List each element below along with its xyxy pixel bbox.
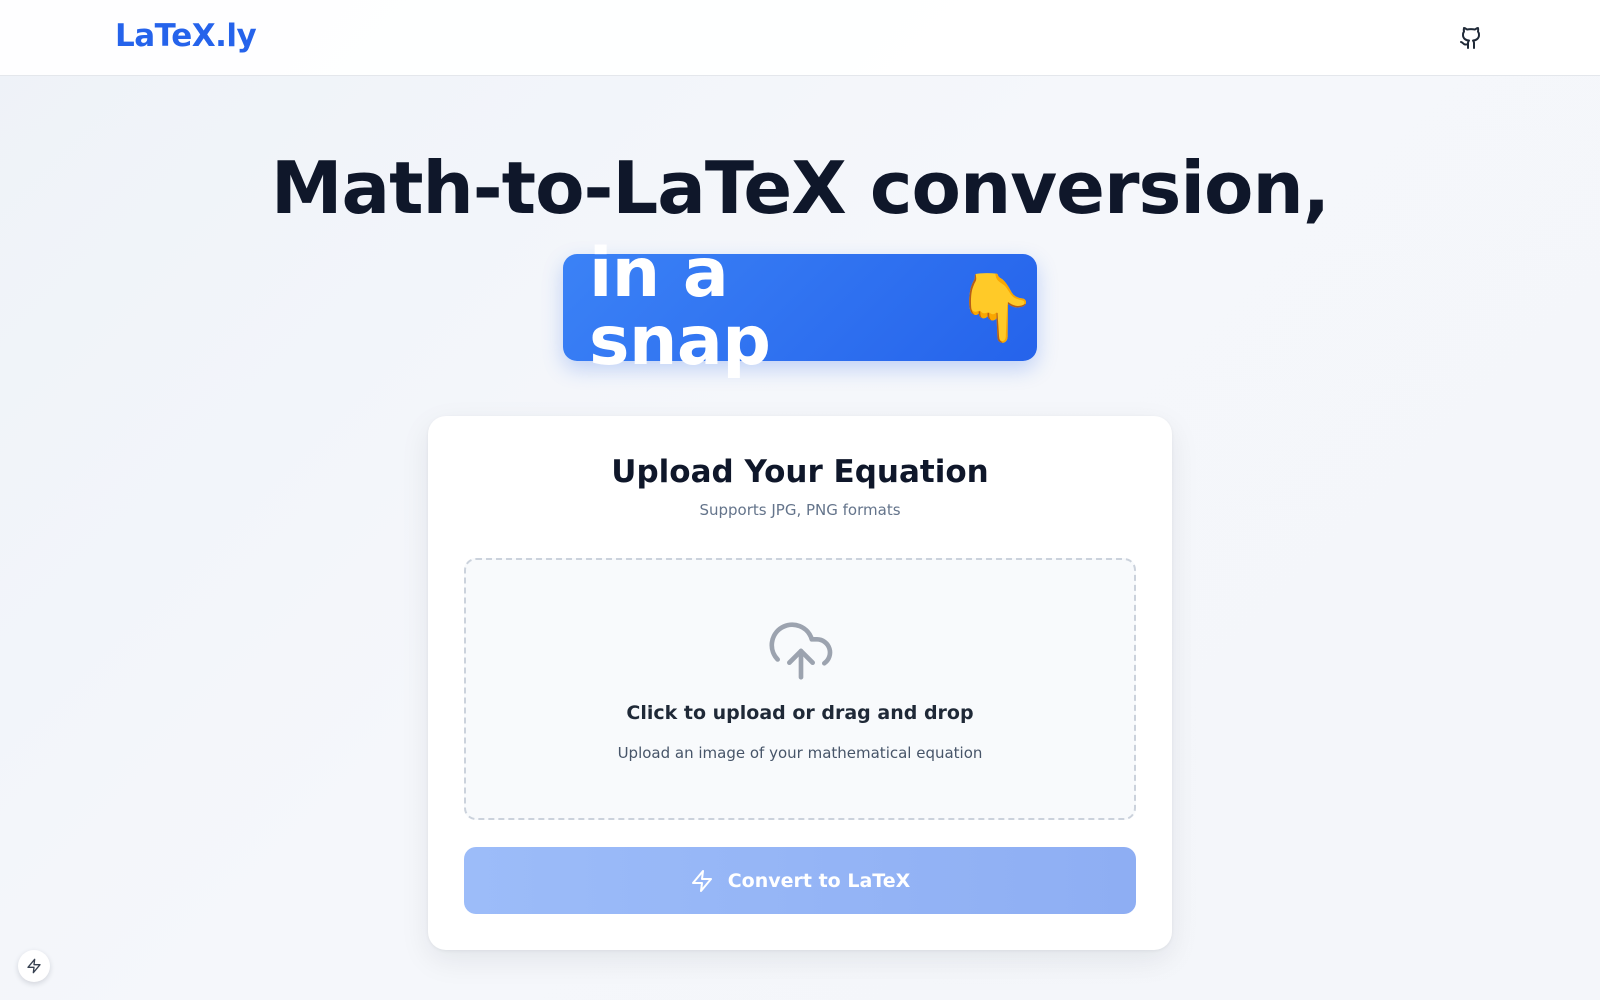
upload-card: Upload Your Equation Supports JPG, PNG f… <box>428 416 1172 950</box>
convert-button[interactable]: Convert to LaTeX <box>464 847 1136 914</box>
hero-highlight: in a snap 👇 <box>563 239 1037 375</box>
logo[interactable]: LaTeX.ly <box>115 18 257 54</box>
upload-dropzone[interactable]: Click to upload or drag and drop Upload … <box>464 558 1136 820</box>
floating-bolt-button[interactable] <box>18 950 50 982</box>
dropzone-subtitle: Upload an image of your mathematical equ… <box>617 744 983 762</box>
bolt-icon <box>691 869 712 892</box>
github-icon[interactable] <box>1459 26 1483 50</box>
upload-card-subtitle: Supports JPG, PNG formats <box>699 501 901 519</box>
hero-title: Math-to-LaTeX conversion, <box>270 146 1330 230</box>
hero-highlight-text: in a snap <box>589 233 771 381</box>
dropzone-title: Click to upload or drag and drop <box>626 702 974 724</box>
convert-button-label: Convert to LaTeX <box>727 869 911 892</box>
bolt-icon <box>27 958 41 974</box>
upload-card-title: Upload Your Equation <box>611 454 989 490</box>
cloud-upload-icon <box>769 622 833 680</box>
pointing-down-icon: 👇 <box>954 268 1037 346</box>
top-nav: LaTeX.ly <box>0 0 1600 76</box>
